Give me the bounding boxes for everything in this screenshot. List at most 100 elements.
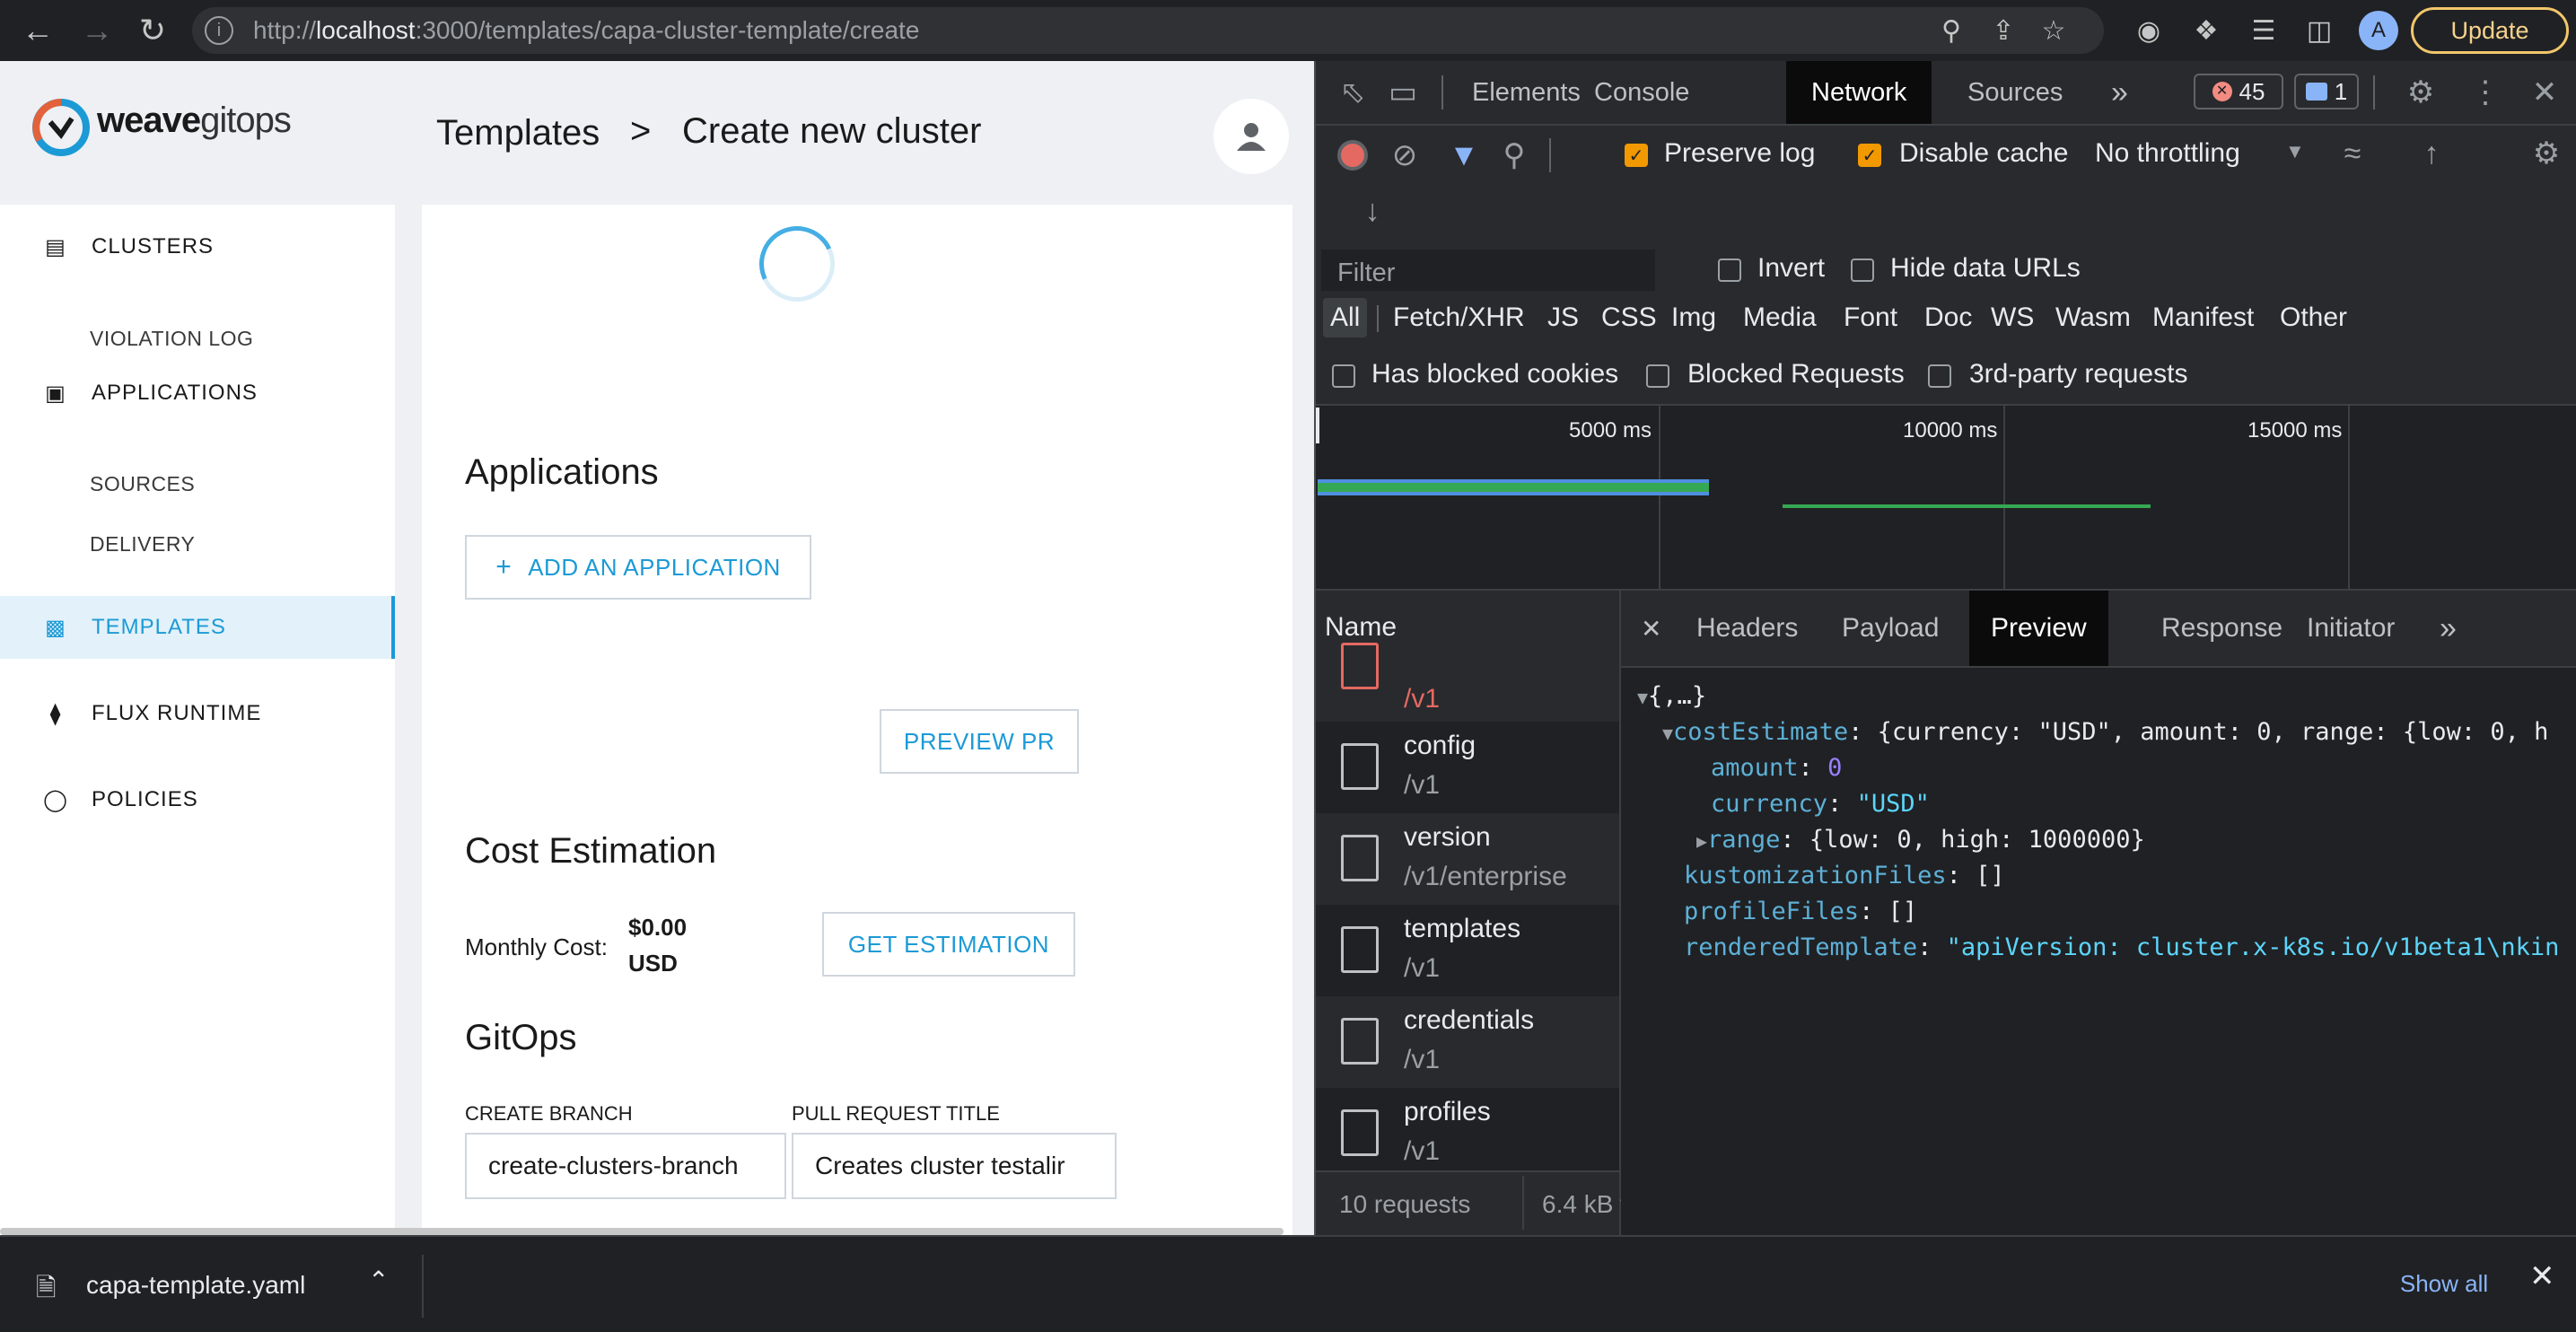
reading-list-icon[interactable]: ☰: [2242, 9, 2285, 52]
sidebar-item-applications[interactable]: ▣ APPLICATIONS: [0, 362, 391, 425]
extension-g-icon[interactable]: ◉: [2127, 9, 2170, 52]
preview-pr-button[interactable]: PREVIEW PR: [880, 709, 1079, 774]
type-filter-ws[interactable]: WS: [1987, 298, 2037, 337]
third-party-checkbox[interactable]: [1928, 364, 1951, 388]
json-range[interactable]: ▶range: {low: 0, high: 1000000}: [1696, 826, 2145, 854]
add-application-button[interactable]: + ADD AN APPLICATION: [465, 535, 811, 600]
tab-headers[interactable]: Headers: [1696, 591, 1798, 666]
clear-icon[interactable]: ⊘: [1384, 135, 1425, 176]
more-detail-tabs-icon[interactable]: »: [2440, 591, 2457, 666]
breadcrumb-templates[interactable]: Templates: [436, 113, 600, 153]
export-har-icon[interactable]: ↓: [1352, 190, 1393, 232]
request-row[interactable]: profiles /v1: [1314, 1088, 1619, 1170]
sidebar-item-templates[interactable]: ▩ TEMPLATES: [0, 596, 397, 659]
blocked-requests-checkbox[interactable]: [1646, 364, 1669, 388]
type-filter-css[interactable]: CSS: [1598, 298, 1660, 337]
type-filter-other[interactable]: Other: [2276, 298, 2351, 337]
blocked-cookies-checkbox[interactable]: [1332, 364, 1355, 388]
filter-funnel-icon[interactable]: ▼: [1443, 135, 1485, 176]
sidebar-item-clusters[interactable]: ▤ CLUSTERS: [0, 215, 391, 278]
import-har-icon[interactable]: ↑: [2411, 133, 2452, 174]
update-button[interactable]: Update: [2411, 7, 2569, 54]
type-filter-media[interactable]: Media: [1739, 298, 1820, 337]
preserve-log-checkbox[interactable]: ✓: [1625, 144, 1648, 167]
close-devtools-icon[interactable]: ✕: [2524, 72, 2565, 113]
sidebar-item-flux-runtime[interactable]: ⧫ FLUX RUNTIME: [0, 682, 391, 745]
invert-checkbox[interactable]: [1718, 259, 1741, 282]
info-icon[interactable]: i: [205, 16, 233, 45]
type-filter-img[interactable]: Img: [1668, 298, 1720, 337]
tab-elements[interactable]: Elements: [1472, 61, 1581, 124]
error-icon: ✕: [2212, 82, 2232, 101]
type-filter-font[interactable]: Font: [1840, 298, 1901, 337]
more-tabs-icon[interactable]: »: [2111, 61, 2128, 124]
network-timeline[interactable]: 5000 ms 10000 ms 15000 ms: [1314, 406, 2576, 591]
divider: [1377, 305, 1379, 332]
reload-icon[interactable]: ↻: [127, 5, 178, 56]
network-settings-icon[interactable]: ⚙: [2526, 133, 2567, 174]
chevron-up-icon[interactable]: ⌃: [368, 1266, 389, 1295]
download-item-name[interactable]: capa-template.yaml: [86, 1271, 305, 1300]
type-filter-all[interactable]: All: [1323, 298, 1368, 337]
tab-console[interactable]: Console: [1594, 61, 1689, 124]
type-filter-js[interactable]: JS: [1544, 298, 1582, 337]
sidebar-item-delivery[interactable]: DELIVERY: [90, 532, 195, 556]
record-icon[interactable]: [1337, 140, 1368, 171]
throttling-select[interactable]: No throttling: [2095, 138, 2240, 169]
disable-cache-checkbox[interactable]: ✓: [1858, 144, 1881, 167]
forward-icon[interactable]: →: [72, 5, 122, 56]
pr-title-input[interactable]: Creates cluster testalir: [792, 1133, 1117, 1199]
close-download-bar-icon[interactable]: ✕: [2529, 1258, 2555, 1294]
tab-response[interactable]: Response: [2161, 591, 2282, 666]
filter-input[interactable]: Filter: [1321, 250, 1655, 291]
gitops-heading: GitOps: [465, 1018, 577, 1057]
tab-initiator[interactable]: Initiator: [2307, 591, 2395, 666]
type-filter-fetch[interactable]: Fetch/XHR: [1389, 298, 1529, 337]
request-row[interactable]: templates /v1: [1314, 905, 1619, 996]
share-icon[interactable]: ⇪: [1982, 9, 2025, 52]
errors-badge[interactable]: ✕ 45: [2194, 74, 2283, 110]
show-all-button[interactable]: Show all: [2377, 1257, 2511, 1310]
tab-network[interactable]: Network: [1786, 61, 1932, 124]
user-avatar[interactable]: [1214, 99, 1289, 174]
address-bar[interactable]: i http://localhost:3000/templates/capa-c…: [192, 7, 2104, 54]
settings-gear-icon[interactable]: ⚙: [2400, 72, 2441, 113]
request-row[interactable]: /v1: [1314, 643, 1619, 722]
network-conditions-icon[interactable]: ≈: [2332, 133, 2373, 174]
extensions-puzzle-icon[interactable]: ❖: [2185, 9, 2228, 52]
close-detail-icon[interactable]: ✕: [1641, 591, 1661, 666]
type-filter-wasm[interactable]: Wasm: [2052, 298, 2134, 337]
sidebar-item-policies[interactable]: ◯ POLICIES: [0, 768, 391, 831]
hide-data-urls-checkbox[interactable]: [1851, 259, 1874, 282]
devtools-splitter[interactable]: [1314, 61, 1316, 1235]
horizontal-scrollbar[interactable]: [0, 1228, 1284, 1235]
tab-preview[interactable]: Preview: [1969, 591, 2108, 666]
back-icon[interactable]: ←: [13, 5, 63, 56]
weave-logo-icon[interactable]: [32, 99, 90, 156]
policies-shield-icon: ◯: [43, 787, 68, 812]
type-filter-manifest[interactable]: Manifest: [2149, 298, 2257, 337]
tab-payload[interactable]: Payload: [1842, 591, 1939, 666]
get-estimation-button[interactable]: GET ESTIMATION: [822, 912, 1075, 977]
type-filter-doc[interactable]: Doc: [1921, 298, 1976, 337]
device-toolbar-icon[interactable]: ▭: [1382, 72, 1424, 113]
profile-avatar[interactable]: A: [2359, 11, 2398, 50]
messages-badge[interactable]: 1: [2294, 74, 2359, 110]
request-row[interactable]: version /v1/enterprise: [1314, 813, 1619, 905]
create-branch-input[interactable]: create-clusters-branch: [465, 1133, 786, 1199]
tab-sources[interactable]: Sources: [1967, 61, 2063, 124]
sidebar-item-violation-log[interactable]: VIOLATION LOG: [90, 327, 253, 351]
sidebar-item-sources[interactable]: SOURCES: [90, 472, 195, 496]
request-row[interactable]: config /v1: [1314, 722, 1619, 813]
search-icon[interactable]: ⚲: [1494, 135, 1535, 176]
json-root[interactable]: ▼{,…}: [1637, 682, 1706, 710]
inspect-element-icon[interactable]: ⬁: [1332, 72, 1373, 113]
kebab-menu-icon[interactable]: ⋮: [2465, 72, 2506, 113]
person-icon: [1237, 123, 1266, 151]
key-icon[interactable]: ⚲: [1930, 9, 1973, 52]
side-panel-icon[interactable]: ◫: [2298, 9, 2341, 52]
throttling-dropdown-icon[interactable]: ▼: [2285, 140, 2305, 163]
bookmark-star-icon[interactable]: ☆: [2032, 9, 2075, 52]
json-cost-estimate[interactable]: ▼costEstimate: {currency: "USD", amount:…: [1662, 718, 2548, 746]
request-row[interactable]: credentials /v1: [1314, 996, 1619, 1088]
